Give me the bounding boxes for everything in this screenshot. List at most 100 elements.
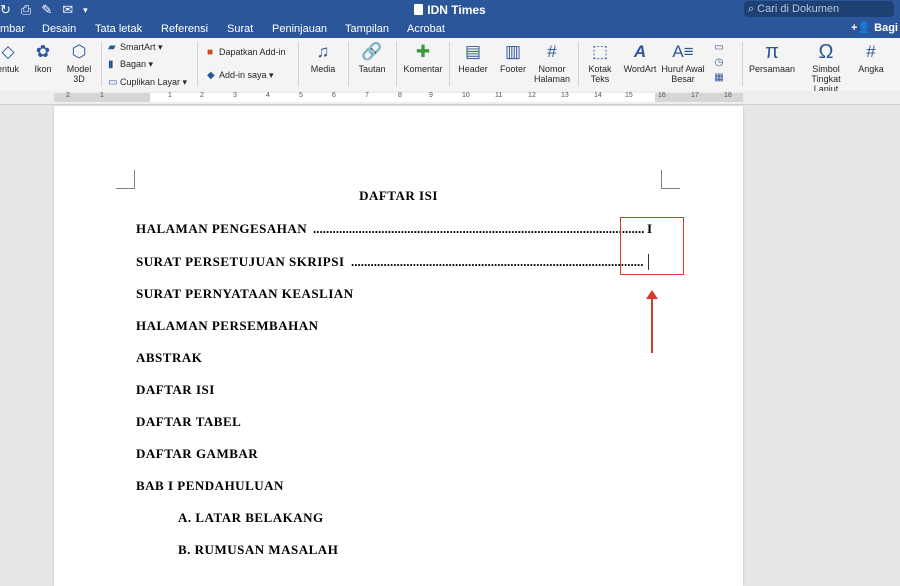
wordart-label: WordArt bbox=[623, 64, 657, 74]
ruler-number: 13 bbox=[561, 92, 569, 99]
icons-icon: ✿ bbox=[35, 42, 51, 61]
insert-object-buttons[interactable]: ▭ ◷ ▦ bbox=[710, 40, 728, 85]
icons-button[interactable]: ✿ Ikon bbox=[30, 42, 56, 74]
equation-button[interactable]: π Persamaan bbox=[748, 42, 796, 74]
omega-icon: Ω bbox=[818, 41, 834, 63]
ribbon-separator bbox=[396, 42, 397, 86]
crop-mark-right bbox=[661, 170, 680, 189]
tab-tampilan[interactable]: Tampilan bbox=[345, 20, 389, 38]
screenshot-label: Cuplikan Layar bbox=[120, 77, 181, 87]
text-box-button[interactable]: ⬚ Kotak Teks bbox=[584, 42, 616, 84]
header-button[interactable]: ▤ Header bbox=[455, 42, 491, 74]
ruler-number: 2 bbox=[66, 92, 70, 99]
document-icon bbox=[414, 4, 424, 15]
search-input[interactable] bbox=[757, 3, 878, 15]
page-number-button[interactable]: # Nomor Halaman bbox=[532, 42, 572, 84]
horizontal-ruler[interactable]: 2 1 1 2 3 4 5 6 7 8 9 10 11 12 13 14 15 … bbox=[0, 91, 900, 105]
get-addins-button[interactable]: ■ Dapatkan Add-in bbox=[207, 46, 286, 59]
ruler-text-area bbox=[150, 93, 655, 102]
ruler-number: 18 bbox=[724, 92, 732, 99]
share-button[interactable]: +👤 Bagi bbox=[851, 19, 900, 37]
header-label: Header bbox=[458, 64, 488, 74]
toc-entry: DAFTAR TABEL bbox=[136, 414, 242, 429]
ruler-number: 5 bbox=[299, 92, 303, 99]
chart-button[interactable]: ▮ Bagan ▾ bbox=[108, 58, 153, 71]
screenshot-button[interactable]: ▭ Cuplikan Layar ▾ bbox=[108, 76, 187, 89]
store-icon: ■ bbox=[207, 47, 214, 58]
tab-acrobat[interactable]: Acrobat bbox=[407, 20, 445, 38]
chart-label: Bagan bbox=[120, 59, 147, 69]
document-page[interactable]: DAFTAR ISI HALAMAN PENGESAHAN ..........… bbox=[54, 106, 743, 586]
toc-entry: SURAT PERNYATAAN KEASLIAN bbox=[136, 286, 354, 301]
toc-entry: DAFTAR GAMBAR bbox=[136, 446, 259, 461]
model-3d-button[interactable]: ⬡ Model 3D bbox=[62, 42, 96, 84]
ribbon-insert: ◇entuk ✿Ikon ⬡Model 3D ▰SmartArt ▾ ▮Baga… bbox=[0, 38, 900, 94]
footer-button[interactable]: ▥ Footer bbox=[496, 42, 530, 74]
title-bar: ↻ ⎙ ✎ ✉ ▾ IDN Times ⌕ bbox=[0, 0, 900, 20]
shapes-button[interactable]: ◇ entuk bbox=[0, 42, 20, 74]
redo-icon[interactable]: ↻ bbox=[0, 0, 11, 20]
media-icon: ♫ bbox=[316, 42, 330, 61]
drop-cap-label: Huruf Awal Besar bbox=[661, 64, 705, 84]
toc-entry: DAFTAR ISI bbox=[136, 382, 215, 397]
search-box[interactable]: ⌕ bbox=[744, 1, 894, 17]
ruler-number: 3 bbox=[233, 92, 237, 99]
drop-cap-icon: A≡ bbox=[672, 42, 694, 61]
my-addins-button[interactable]: ◆ Add-in saya ▾ bbox=[207, 69, 274, 82]
smartart-icon: ▰ bbox=[108, 42, 116, 53]
cube-icon: ⬡ bbox=[71, 42, 87, 61]
page-number-icon: # bbox=[547, 42, 557, 61]
drop-cap-button[interactable]: A≡ Huruf Awal Besar bbox=[660, 42, 706, 84]
smartart-button[interactable]: ▰ SmartArt ▾ bbox=[108, 41, 163, 54]
chart-icon: ▮ bbox=[108, 59, 114, 70]
tab-peninjauan[interactable]: Peninjauan bbox=[272, 20, 327, 38]
quick-access-toolbar: ↻ ⎙ ✎ ✉ ▾ bbox=[0, 0, 88, 20]
ribbon-separator bbox=[197, 42, 198, 86]
toc-entry: ABSTRAK bbox=[136, 350, 203, 365]
ribbon-separator bbox=[578, 42, 579, 86]
tab-tata-letak[interactable]: Tata letak bbox=[95, 20, 142, 38]
tab-desain[interactable]: Desain bbox=[42, 20, 76, 38]
icons-label: Ikon bbox=[34, 64, 52, 74]
toc-entry: BAB I PENDAHULUAN bbox=[136, 478, 284, 493]
tab-surat[interactable]: Surat bbox=[227, 20, 253, 38]
link-icon: 🔗 bbox=[361, 42, 383, 61]
customize-toolbar-icon[interactable]: ▾ bbox=[83, 0, 88, 20]
toc-heading: DAFTAR ISI bbox=[359, 188, 438, 203]
number-icon: # bbox=[866, 42, 876, 61]
ruler-number: 17 bbox=[691, 92, 699, 99]
signature-line-icon: ▭ bbox=[714, 42, 724, 53]
ruler-number: 9 bbox=[429, 92, 433, 99]
symbol-button[interactable]: Ω Simbol Tingkat Lanjut bbox=[798, 42, 854, 94]
number-button[interactable]: # Angka bbox=[856, 42, 886, 74]
media-button[interactable]: ♫ Media bbox=[306, 42, 340, 74]
toc-leader-dots: ........................................… bbox=[351, 254, 644, 269]
ruler-number: 6 bbox=[332, 92, 336, 99]
ribbon-separator bbox=[348, 42, 349, 86]
object-icon: ▦ bbox=[714, 72, 724, 83]
comment-button[interactable]: ✚ Komentar bbox=[402, 42, 444, 74]
tab-gambar[interactable]: mbar bbox=[0, 20, 25, 38]
link-button[interactable]: 🔗 Tautan bbox=[355, 42, 389, 74]
page-number-label: Nomor Halaman bbox=[533, 64, 571, 84]
email-icon[interactable]: ✉ bbox=[62, 0, 73, 20]
tab-referensi[interactable]: Referensi bbox=[161, 20, 208, 38]
print-icon[interactable]: ⎙ bbox=[21, 0, 31, 20]
edit-doc-icon[interactable]: ✎ bbox=[41, 0, 52, 20]
ruler-number: 1 bbox=[100, 92, 104, 99]
highlight-box bbox=[620, 217, 684, 275]
ribbon-separator bbox=[449, 42, 450, 86]
smartart-label: SmartArt bbox=[120, 42, 156, 52]
ruler-number: 8 bbox=[398, 92, 402, 99]
wordart-button[interactable]: A WordArt bbox=[620, 42, 660, 74]
footer-icon: ▥ bbox=[504, 42, 522, 61]
pi-icon: π bbox=[765, 41, 779, 63]
text-box-label: Kotak Teks bbox=[588, 64, 612, 84]
ruler-number: 12 bbox=[528, 92, 536, 99]
window-title-text: IDN Times bbox=[427, 3, 486, 17]
header-icon: ▤ bbox=[464, 42, 482, 61]
text-box-icon: ⬚ bbox=[591, 42, 609, 61]
ruler-number: 7 bbox=[365, 92, 369, 99]
link-label: Tautan bbox=[358, 64, 386, 74]
ruler-number: 11 bbox=[495, 92, 503, 99]
